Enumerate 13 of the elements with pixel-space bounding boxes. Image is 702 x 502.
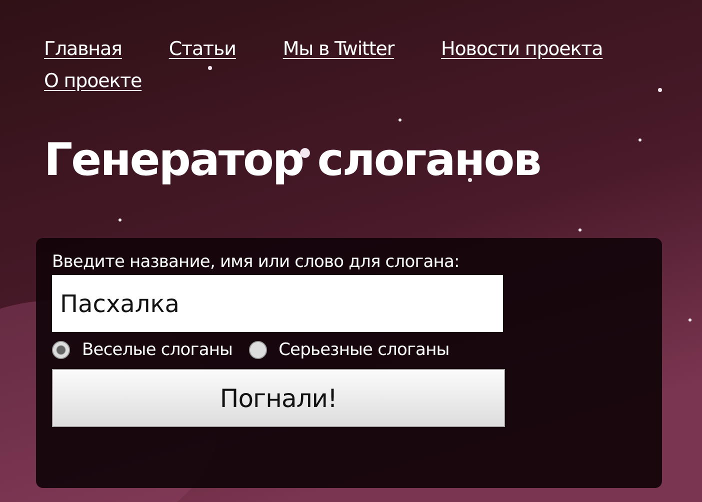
radio-button[interactable]: [248, 341, 267, 359]
nav-link[interactable]: О проекте: [44, 70, 142, 92]
input-field[interactable]: Пасхалка: [52, 275, 503, 332]
nav-link[interactable]: Новости проекта: [441, 38, 603, 60]
nav-link[interactable]: Главная: [44, 38, 122, 60]
radio-label: Серьезные слоганы: [278, 340, 450, 360]
radio-label: Веселые слоганы: [82, 340, 233, 360]
radio-button[interactable]: [52, 341, 70, 359]
submit-button[interactable]: Погнали!: [52, 369, 505, 427]
field-label: Введите название, имя или слово для слогана:: [52, 252, 460, 272]
nav-link[interactable]: Статьи: [168, 38, 236, 60]
nav-link[interactable]: Мы в Twitter: [282, 38, 394, 60]
page-title: Генератор слоганов: [44, 132, 542, 188]
